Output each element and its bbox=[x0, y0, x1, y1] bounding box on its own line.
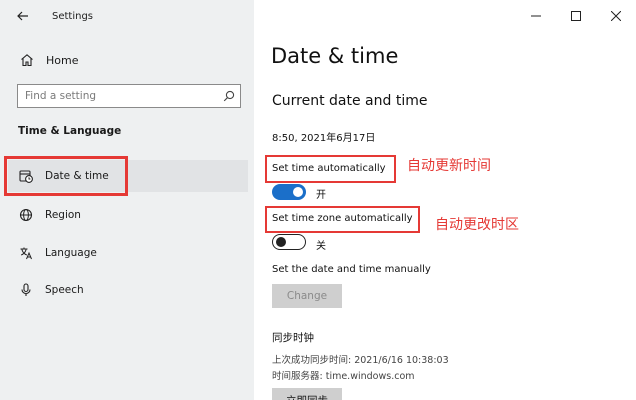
change-button[interactable]: Change bbox=[272, 284, 342, 308]
clock-calendar-icon bbox=[14, 169, 38, 183]
home-nav[interactable]: Home bbox=[8, 44, 248, 76]
last-sync-text: 上次成功同步时间: 2021/6/16 10:38:03 bbox=[272, 355, 449, 366]
sidebar-item-label: Region bbox=[45, 209, 81, 221]
sidebar-item-date-time[interactable]: Date & time bbox=[8, 160, 248, 192]
home-label: Home bbox=[46, 53, 79, 67]
title-bar: Settings bbox=[0, 0, 254, 32]
sidebar-item-label: Language bbox=[45, 247, 97, 259]
section-title-current: Current date and time bbox=[272, 93, 428, 109]
set-time-auto-state: 开 bbox=[316, 190, 326, 201]
globe-icon bbox=[14, 208, 38, 222]
set-timezone-auto-label: Set time zone automatically bbox=[272, 213, 413, 224]
sidebar-item-label: Speech bbox=[45, 284, 84, 296]
minimize-icon bbox=[531, 15, 541, 17]
set-timezone-auto-toggle[interactable] bbox=[272, 234, 306, 250]
sidebar-item-speech[interactable]: Speech bbox=[8, 274, 248, 306]
language-icon bbox=[14, 246, 38, 260]
time-server-text: 时间服务器: time.windows.com bbox=[272, 371, 415, 382]
back-button[interactable] bbox=[8, 0, 38, 32]
current-datetime: 8:50, 2021年6月17日 bbox=[272, 133, 376, 144]
set-time-auto-label: Set time automatically bbox=[272, 163, 386, 174]
content-pane: Date & time Current date and time 8:50, … bbox=[254, 0, 636, 400]
toggle-knob bbox=[293, 187, 303, 197]
window-controls bbox=[516, 0, 636, 32]
set-timezone-auto-state: 关 bbox=[316, 241, 326, 252]
toggle-knob bbox=[276, 237, 286, 247]
back-arrow-icon bbox=[17, 11, 28, 21]
search-box[interactable] bbox=[17, 84, 241, 108]
sidebar-item-label: Date & time bbox=[45, 170, 109, 182]
search-icon[interactable] bbox=[218, 90, 240, 102]
maximize-button[interactable] bbox=[556, 0, 596, 32]
search-input[interactable] bbox=[18, 90, 218, 102]
close-button[interactable] bbox=[596, 0, 636, 32]
close-icon bbox=[611, 11, 621, 21]
app-title: Settings bbox=[52, 10, 94, 22]
sidebar-item-region[interactable]: Region bbox=[8, 199, 248, 231]
sidebar-item-language[interactable]: Language bbox=[8, 237, 248, 269]
sidebar: Settings Home Time & Language bbox=[0, 0, 254, 400]
settings-window: Settings Home Time & Language bbox=[0, 0, 636, 400]
manual-datetime-label: Set the date and time manually bbox=[272, 264, 431, 275]
home-icon bbox=[14, 53, 40, 67]
sync-clock-title: 同步时钟 bbox=[272, 332, 314, 344]
minimize-button[interactable] bbox=[516, 0, 556, 32]
set-time-auto-toggle[interactable] bbox=[272, 184, 306, 200]
sync-now-button[interactable]: 立即同步 bbox=[272, 388, 342, 400]
annotation-auto-time: 自动更新时间 bbox=[407, 158, 491, 174]
annotation-auto-timezone: 自动更改时区 bbox=[435, 217, 519, 233]
page-title: Date & time bbox=[271, 44, 399, 68]
maximize-icon bbox=[571, 11, 581, 21]
microphone-icon bbox=[14, 283, 38, 297]
section-label: Time & Language bbox=[18, 125, 122, 137]
